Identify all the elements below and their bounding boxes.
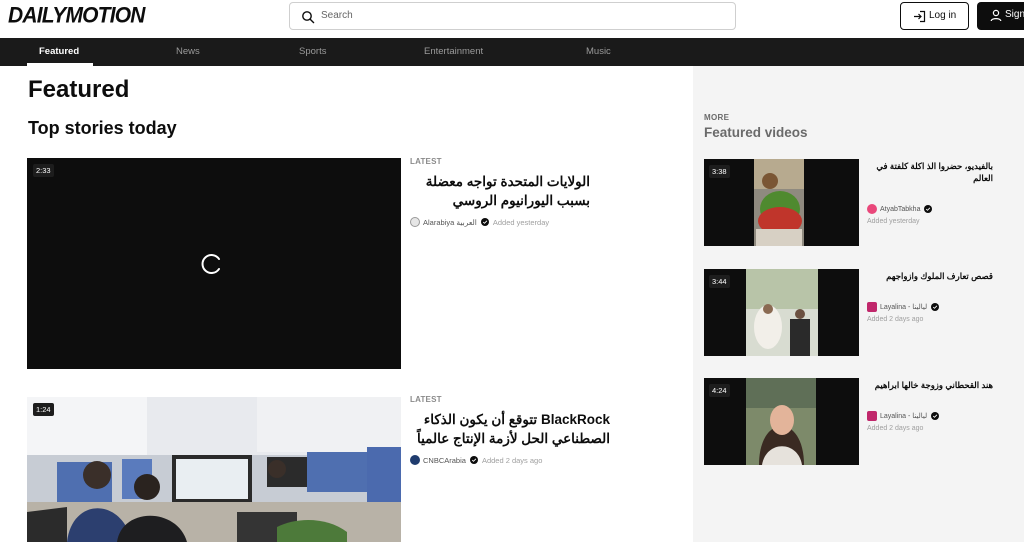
channel-name[interactable]: Alarabiya العربية xyxy=(423,218,477,227)
added-date: Added 2 days ago xyxy=(867,316,924,323)
tab-music[interactable]: Music xyxy=(586,46,611,57)
verified-icon xyxy=(931,412,940,420)
dailymotion-logo[interactable]: DAILYMOTION xyxy=(8,3,145,28)
duration-badge: 4:24 xyxy=(709,384,730,397)
top-header: DAILYMOTION Search Log in Sign xyxy=(0,0,1024,38)
sidebar-video-title[interactable]: بالفيديو، حضروا الذ اكلة كلفتة في العالم xyxy=(867,160,993,184)
verified-icon xyxy=(469,456,478,464)
active-tab-indicator xyxy=(27,63,93,66)
sidebar-video-title[interactable]: هند القحطاني وزوجة خالها ابراهيم xyxy=(867,379,993,391)
tab-featured[interactable]: Featured xyxy=(39,46,79,57)
sidebar-kicker: MORE xyxy=(704,113,730,122)
tab-entertainment[interactable]: Entertainment xyxy=(424,46,483,57)
channel-avatar[interactable] xyxy=(867,302,877,312)
story-video-player[interactable]: 2:33 xyxy=(27,158,401,369)
duration-badge: 2:33 xyxy=(33,164,54,177)
channel-name[interactable]: Layalina - ليالينا xyxy=(880,303,927,311)
verified-icon xyxy=(924,205,933,213)
video-source: Layalina - ليالينا xyxy=(867,302,1017,312)
sidebar-video-thumbnail[interactable]: 3:38 xyxy=(704,159,859,246)
duration-badge: 3:38 xyxy=(709,165,730,178)
page-title: Featured xyxy=(28,76,130,103)
tab-sports[interactable]: Sports xyxy=(299,46,326,57)
login-icon xyxy=(914,10,926,23)
added-date: Added 2 days ago xyxy=(867,425,924,432)
sidebar-video-thumbnail[interactable]: 3:44 xyxy=(704,269,859,356)
category-nav: Featured News Sports Entertainment Music xyxy=(0,38,1024,66)
sidebar-video-info: قصص تعارف الملوك وازواجهم Layalina - ليا… xyxy=(867,270,1017,323)
story-source: CNBCArabia Added 2 days ago xyxy=(410,455,650,465)
login-label: Log in xyxy=(929,10,957,21)
signup-button[interactable]: Sign xyxy=(977,2,1024,30)
story-source: Alarabiya العربية Added yesterday xyxy=(410,217,650,227)
channel-avatar[interactable] xyxy=(410,217,420,227)
story-tag: LATEST xyxy=(410,395,442,404)
search-icon xyxy=(302,11,315,24)
loading-spinner-icon xyxy=(201,254,220,274)
video-source: AtyabTabkha xyxy=(867,204,1017,214)
search-placeholder: Search xyxy=(321,10,353,21)
verified-icon xyxy=(931,303,940,311)
added-date: Added yesterday xyxy=(492,217,550,227)
sidebar-video-info: بالفيديو، حضروا الذ اكلة كلفتة في العالم… xyxy=(867,160,1017,225)
story-title[interactable]: BlackRock تتوقع أن يكون الذكاء الصطناعي … xyxy=(410,410,610,448)
story-info: LATEST BlackRock تتوقع أن يكون الذكاء ال… xyxy=(410,395,650,465)
video-source: Layalina - ليالينا xyxy=(867,411,1017,421)
channel-avatar[interactable] xyxy=(410,455,420,465)
story-tag: LATEST xyxy=(410,157,442,166)
story-thumbnail[interactable]: 1:24 xyxy=(27,397,401,542)
user-icon xyxy=(990,9,1002,22)
search-input[interactable]: Search xyxy=(289,2,736,30)
signup-label: Sign xyxy=(1005,9,1024,20)
added-date: Added yesterday xyxy=(867,218,920,225)
duration-badge: 1:24 xyxy=(33,403,54,416)
sidebar-video-thumbnail[interactable]: 4:24 xyxy=(704,378,859,465)
office-photo xyxy=(27,397,401,542)
sidebar-title: Featured videos xyxy=(704,125,808,140)
verified-icon xyxy=(480,218,489,226)
channel-name[interactable]: CNBCArabia xyxy=(423,456,466,465)
channel-avatar[interactable] xyxy=(867,411,877,421)
tab-news[interactable]: News xyxy=(176,46,200,57)
login-button[interactable]: Log in xyxy=(900,2,969,30)
story-title[interactable]: الولايات المتحدة تواجه معضلة بسبب اليورا… xyxy=(410,172,590,210)
channel-avatar[interactable] xyxy=(867,204,877,214)
channel-name[interactable]: Layalina - ليالينا xyxy=(880,412,927,420)
story-info: LATEST الولايات المتحدة تواجه معضلة بسبب… xyxy=(410,157,650,227)
section-title: Top stories today xyxy=(28,118,177,138)
duration-badge: 3:44 xyxy=(709,275,730,288)
added-date: Added 2 days ago xyxy=(481,455,543,465)
channel-name[interactable]: AtyabTabkha xyxy=(880,206,920,213)
sidebar-video-info: هند القحطاني وزوجة خالها ابراهيم Layalin… xyxy=(867,379,1017,432)
sidebar-video-title[interactable]: قصص تعارف الملوك وازواجهم xyxy=(867,270,993,282)
